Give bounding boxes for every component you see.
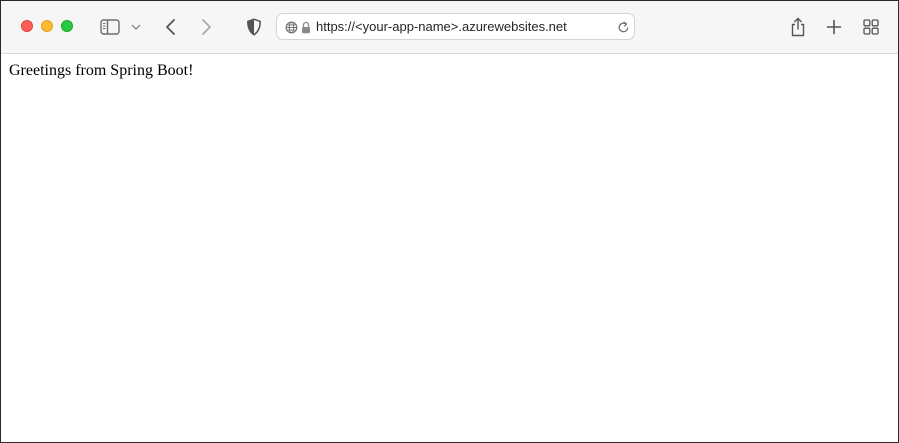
forward-button[interactable] [196,17,216,37]
globe-icon [284,20,298,34]
reload-icon [618,21,628,32]
sidebar-toggle-button[interactable] [98,17,122,37]
chevron-left-icon [166,19,175,35]
close-window-button[interactable] [21,20,33,32]
address-bar[interactable]: https://<your-app-name>.azurewebsites.ne… [276,13,635,40]
back-button[interactable] [161,17,181,37]
browser-toolbar: https://<your-app-name>.azurewebsites.ne… [1,1,898,54]
plus-icon [826,19,842,35]
privacy-report-button[interactable] [244,17,264,37]
new-tab-button[interactable] [824,17,844,37]
zoom-window-button[interactable] [61,20,73,32]
url-text[interactable]: https://<your-app-name>.azurewebsites.ne… [316,19,567,35]
page-content: Greetings from Spring Boot! [1,54,898,442]
shield-icon [247,18,261,36]
minimize-window-button[interactable] [41,20,53,32]
sidebar-icon [100,19,120,35]
browser-window: https://<your-app-name>.azurewebsites.ne… [0,0,899,443]
sidebar-menu-button[interactable] [130,21,142,33]
greeting-text: Greetings from Spring Boot! [9,62,194,79]
tab-overview-button[interactable] [861,17,881,37]
reload-button[interactable] [616,20,630,34]
grid-icon [863,19,879,35]
share-icon [791,17,805,37]
share-button[interactable] [787,15,809,39]
chevron-down-icon [131,24,141,30]
lock-icon [300,20,312,34]
chevron-right-icon [202,19,211,35]
